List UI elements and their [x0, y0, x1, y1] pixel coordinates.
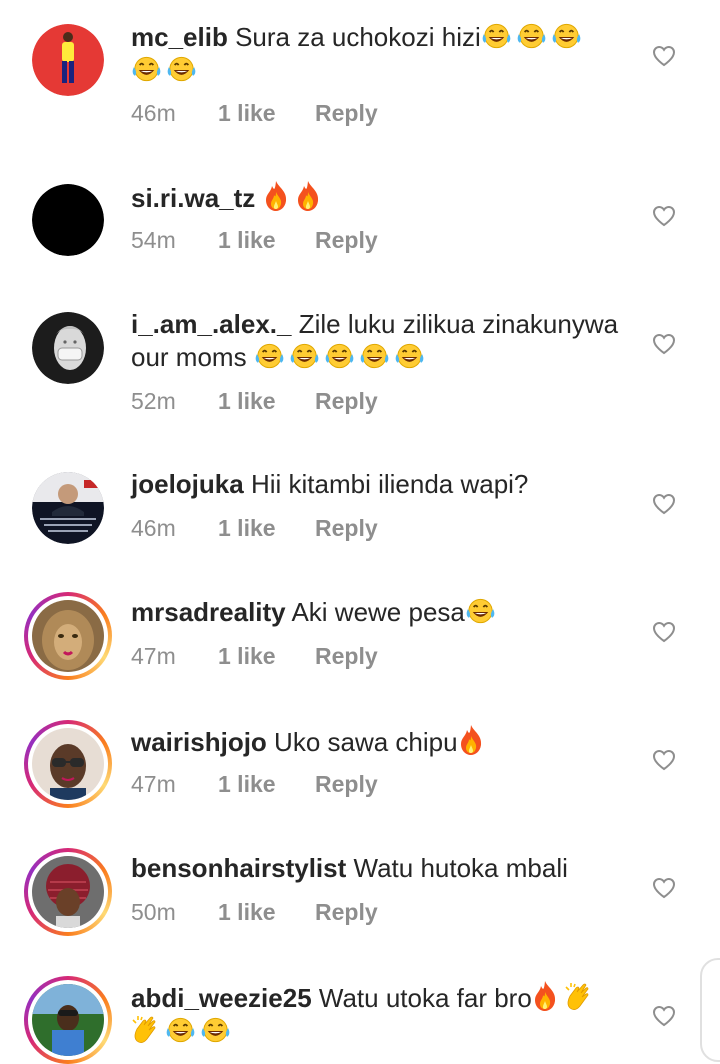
comment-text: wairishjojo Uko sawa chipu	[131, 724, 621, 759]
fire-emoji	[263, 180, 289, 212]
comment-meta: 46m 1 like Reply	[131, 515, 378, 542]
laughing-emoji	[516, 22, 547, 50]
fire-emoji	[295, 180, 321, 212]
timestamp: 52m	[131, 388, 176, 414]
comment-meta: 50m 1 like Reply	[131, 899, 378, 926]
laughing-emoji	[359, 342, 390, 370]
comment-meta: 54m 1 like Reply	[131, 227, 378, 254]
avatar[interactable]	[32, 24, 104, 96]
username-link[interactable]: si.ri.wa_tz	[131, 183, 255, 213]
heart-icon[interactable]	[652, 1004, 676, 1028]
comment-text: si.ri.wa_tz	[131, 180, 621, 215]
avatar[interactable]	[32, 312, 104, 384]
username-link[interactable]: wairishjojo	[131, 727, 267, 757]
username-link[interactable]: mc_elib	[131, 22, 228, 52]
heart-icon[interactable]	[652, 44, 676, 68]
reply-button[interactable]: Reply	[315, 899, 378, 926]
comment-text: abdi_weezie25 Watu utoka far bro	[131, 980, 621, 1048]
laughing-emoji	[200, 1016, 231, 1044]
timestamp: 50m	[131, 899, 176, 925]
comment-body: Uko sawa chipu	[274, 727, 458, 757]
reply-button[interactable]: Reply	[315, 388, 378, 415]
avatar[interactable]	[32, 600, 104, 672]
comment-body: Aki wewe pesa	[291, 597, 465, 627]
timestamp: 46m	[131, 515, 176, 541]
heart-icon[interactable]	[652, 748, 676, 772]
likes-count[interactable]: 1 like	[218, 388, 315, 415]
username-link[interactable]: mrsadreality	[131, 597, 286, 627]
avatar[interactable]	[32, 728, 104, 800]
comment-body: Hii kitambi ilienda wapi?	[250, 469, 529, 499]
reply-button[interactable]: Reply	[315, 771, 378, 798]
clap-emoji	[131, 1015, 159, 1045]
reply-button[interactable]: Reply	[315, 100, 378, 127]
story-ring[interactable]	[24, 848, 112, 936]
likes-count[interactable]: 1 like	[218, 771, 315, 798]
heart-icon[interactable]	[652, 876, 676, 900]
username-link[interactable]: joelojuka	[131, 469, 244, 499]
fire-emoji	[458, 724, 484, 756]
reply-button[interactable]: Reply	[315, 643, 378, 670]
clap-emoji	[564, 982, 592, 1012]
likes-count[interactable]: 1 like	[218, 100, 315, 127]
comment-text: i_.am_.alex._ Zile luku zilikua zinakuny…	[131, 308, 621, 374]
story-ring[interactable]	[24, 720, 112, 808]
username-link[interactable]: bensonhairstylist	[131, 853, 346, 883]
laughing-emoji	[551, 22, 582, 50]
timestamp: 47m	[131, 643, 176, 669]
laughing-emoji	[289, 342, 320, 370]
floating-panel-edge	[700, 958, 720, 1062]
laughing-emoji	[254, 342, 285, 370]
story-ring[interactable]	[24, 976, 112, 1064]
laughing-emoji	[465, 597, 496, 625]
comment-body: Watu hutoka mbali	[353, 853, 568, 883]
heart-icon[interactable]	[652, 492, 676, 516]
comment-text: mc_elib Sura za uchokozi hizi	[131, 21, 621, 87]
avatar[interactable]	[32, 984, 104, 1056]
story-ring[interactable]	[24, 592, 112, 680]
timestamp: 46m	[131, 100, 176, 126]
avatar[interactable]	[32, 184, 104, 256]
likes-count[interactable]: 1 like	[218, 227, 315, 254]
laughing-emoji	[131, 55, 162, 83]
avatar[interactable]	[32, 856, 104, 928]
likes-count[interactable]: 1 like	[218, 515, 315, 542]
heart-icon[interactable]	[652, 332, 676, 356]
laughing-emoji	[394, 342, 425, 370]
reply-button[interactable]: Reply	[315, 515, 378, 542]
comment-body: Sura za uchokozi hizi	[235, 22, 481, 52]
fire-emoji	[532, 980, 558, 1012]
likes-count[interactable]: 1 like	[218, 899, 315, 926]
username-link[interactable]: i_.am_.alex._	[131, 309, 291, 339]
comment-text: mrsadreality Aki wewe pesa	[131, 596, 621, 629]
comment-body: Watu utoka far bro	[318, 983, 532, 1013]
laughing-emoji	[166, 55, 197, 83]
heart-icon[interactable]	[652, 620, 676, 644]
comment-meta: 52m 1 like Reply	[131, 388, 378, 415]
laughing-emoji	[165, 1016, 196, 1044]
username-link[interactable]: abdi_weezie25	[131, 983, 312, 1013]
comment-text: joelojuka Hii kitambi ilienda wapi?	[131, 468, 621, 501]
laughing-emoji	[324, 342, 355, 370]
avatar[interactable]	[32, 472, 104, 544]
reply-button[interactable]: Reply	[315, 227, 378, 254]
laughing-emoji	[481, 22, 512, 50]
likes-count[interactable]: 1 like	[218, 643, 315, 670]
comment-meta: 47m 1 like Reply	[131, 643, 378, 670]
heart-icon[interactable]	[652, 204, 676, 228]
comment-text: bensonhairstylist Watu hutoka mbali	[131, 852, 621, 885]
comment-meta: 47m 1 like Reply	[131, 771, 378, 798]
timestamp: 54m	[131, 227, 176, 253]
timestamp: 47m	[131, 771, 176, 797]
comment-meta: 46m 1 like Reply	[131, 100, 378, 127]
